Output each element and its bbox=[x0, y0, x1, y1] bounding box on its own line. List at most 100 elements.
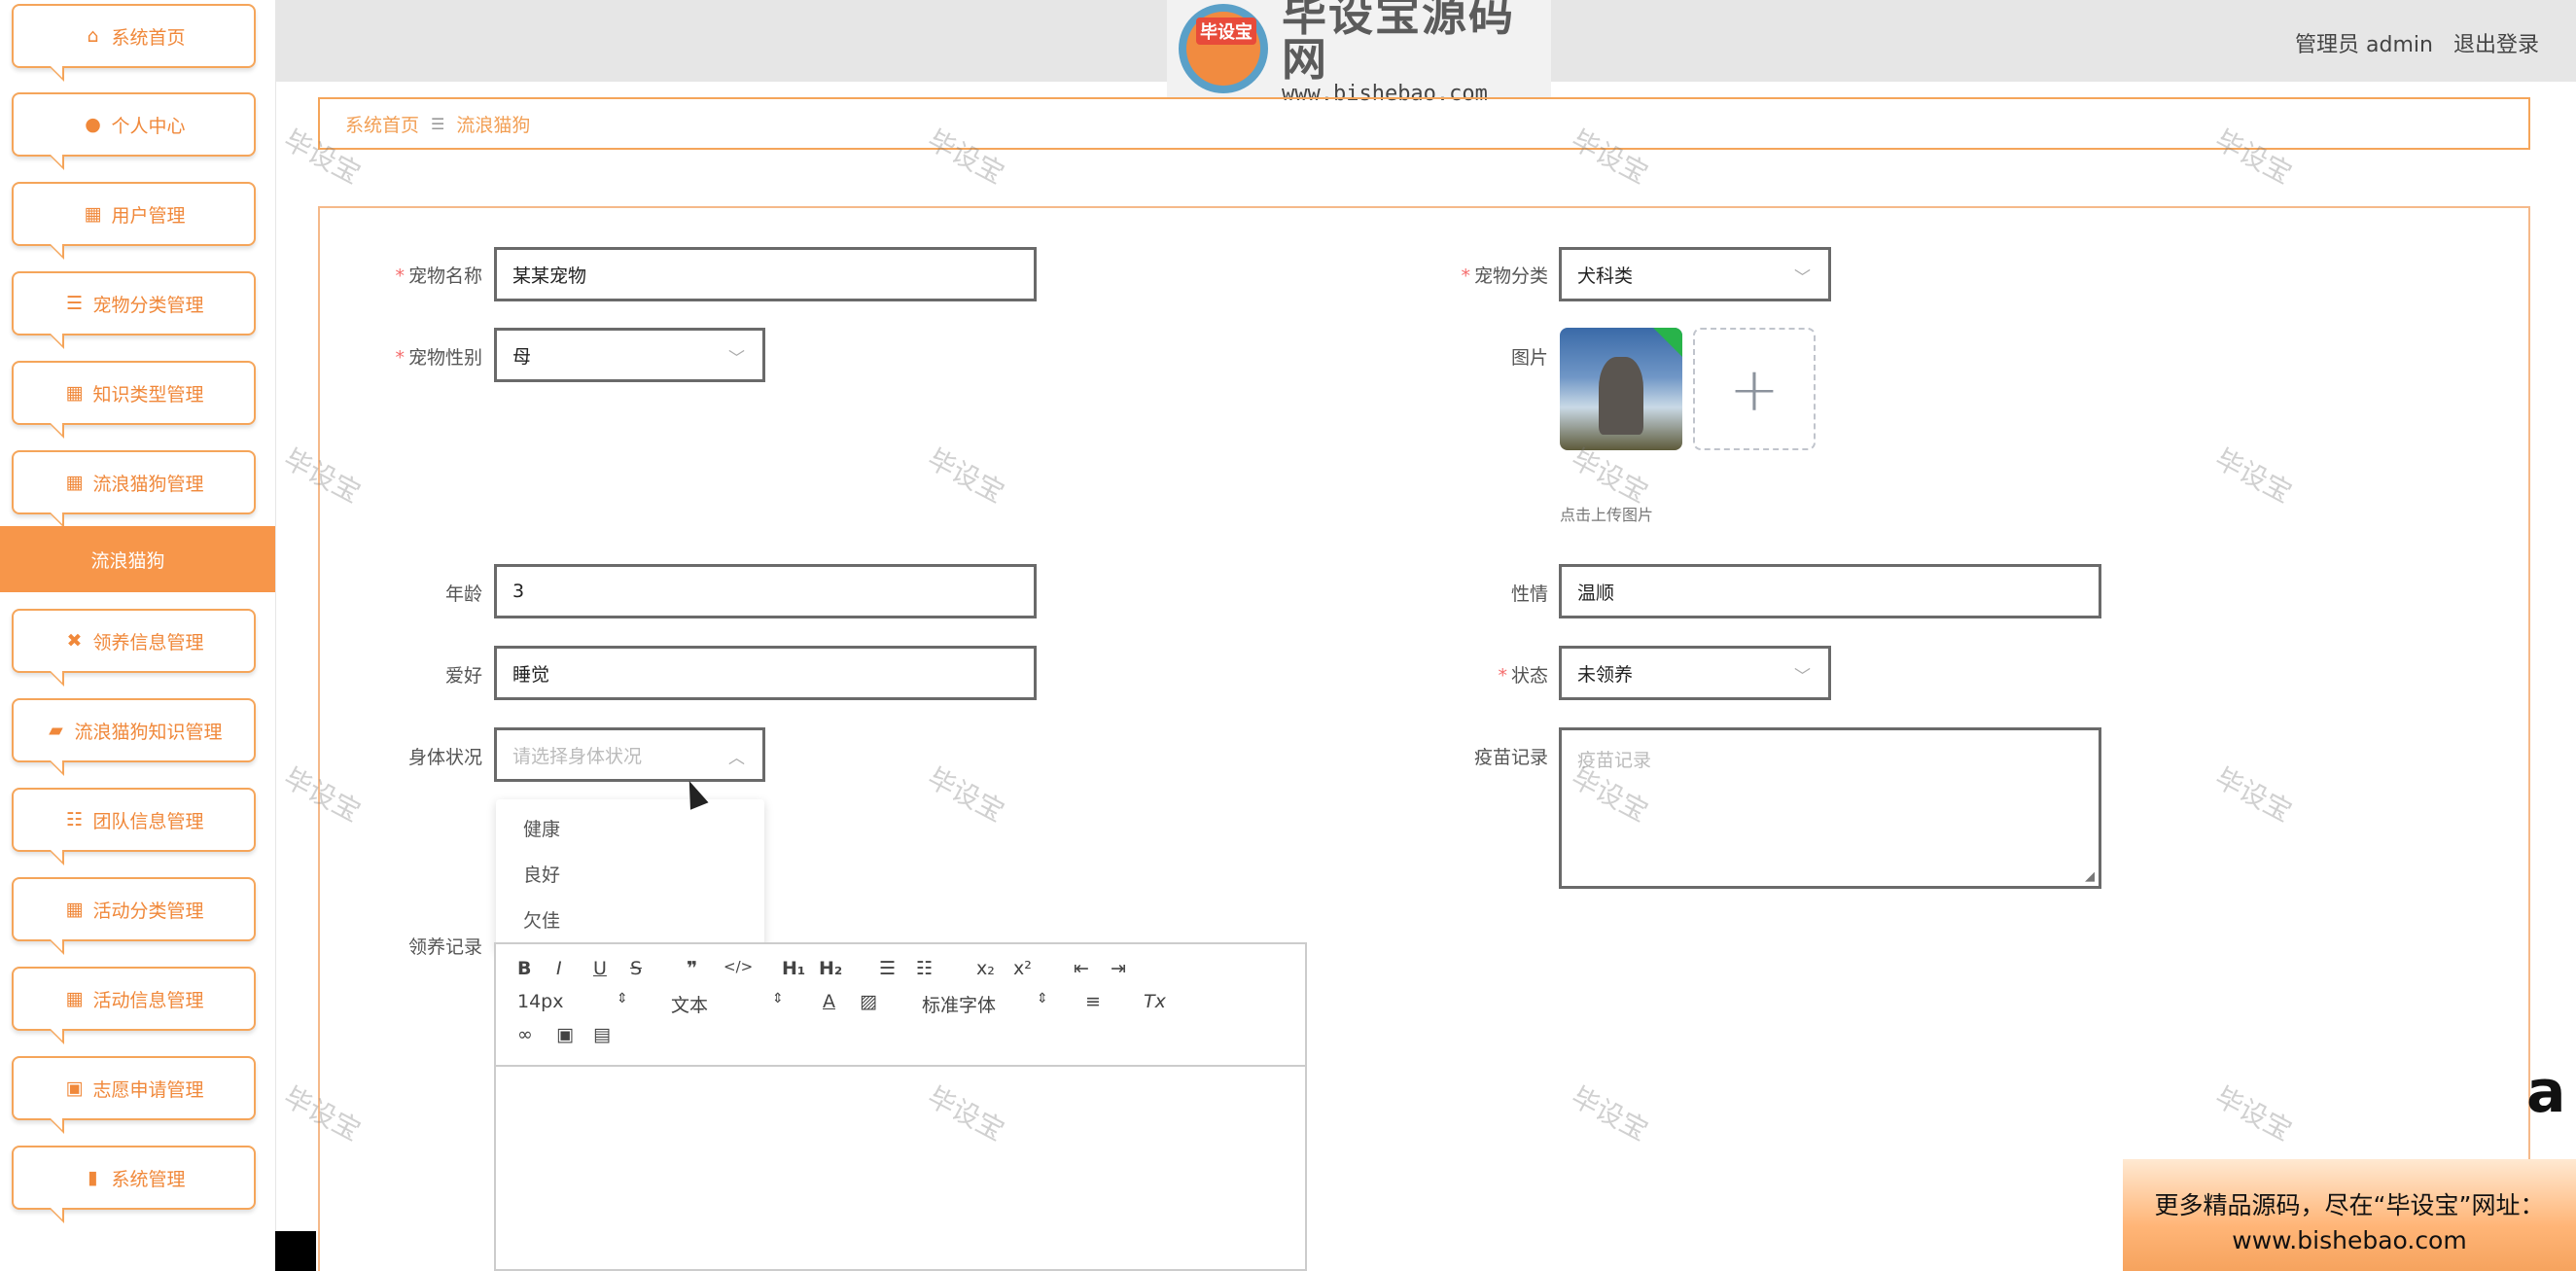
background-color-icon[interactable]: ▨ bbox=[860, 991, 877, 1012]
blockquote-icon[interactable]: ❞ bbox=[687, 958, 697, 979]
nav-knowledge-type-management[interactable]: ▦ 知识类型管理 bbox=[12, 361, 256, 439]
promo-line-1: 更多精品源码，尽在“毕设宝”网址： bbox=[2154, 1191, 2545, 1219]
promo-banner: 更多精品源码，尽在“毕设宝”网址： www.bishebao.com bbox=[2123, 1159, 2576, 1271]
nav-activity-category-management[interactable]: ▦ 活动分类管理 bbox=[12, 877, 256, 955]
bold-icon[interactable]: B bbox=[517, 958, 531, 979]
grid-icon: ▦ bbox=[65, 988, 84, 1009]
nav-volunteer-application-management[interactable]: ▣ 志愿申请管理 bbox=[12, 1056, 256, 1134]
dropdown-option[interactable]: 欠佳 bbox=[496, 899, 764, 944]
user-icon: ● bbox=[85, 114, 101, 135]
chevron-down-icon: ﹀ bbox=[1794, 667, 1811, 687]
nav-stray-pet-management[interactable]: ▦ 流浪猫狗管理 bbox=[12, 450, 256, 528]
font-family-select[interactable]: 标准字体 bbox=[922, 991, 996, 1017]
briefcase-icon: ▰ bbox=[49, 720, 63, 741]
pet-category-label: * 宠物分类 bbox=[1461, 265, 1548, 287]
bullet-list-icon[interactable]: ☷ bbox=[916, 958, 933, 979]
breadcrumb-current: 流浪猫狗 bbox=[456, 114, 531, 136]
header-1-icon[interactable]: H₁ bbox=[782, 958, 805, 979]
link-icon[interactable]: ∞ bbox=[517, 1024, 533, 1045]
grid-icon: ▦ bbox=[84, 203, 102, 225]
nav-home[interactable]: ⌂ 系统首页 bbox=[12, 4, 256, 82]
temper-label: 性情 bbox=[1510, 583, 1548, 605]
logout-link[interactable]: 退出登录 bbox=[2453, 33, 2539, 57]
uploaded-dog-image[interactable] bbox=[1560, 328, 1682, 450]
upload-add-button[interactable]: + bbox=[1693, 328, 1816, 450]
clear-format-icon[interactable]: Tx bbox=[1144, 991, 1166, 1012]
list-icon: ☰ bbox=[65, 293, 83, 314]
dropdown-option[interactable]: 健康 bbox=[496, 807, 764, 853]
health-select[interactable]: 请选择身体状况 ︿ bbox=[494, 727, 765, 782]
align-icon[interactable]: ≡ bbox=[1085, 991, 1101, 1012]
breadcrumb: 系统首页 ☰ 流浪猫狗 bbox=[318, 97, 2530, 150]
updown-arrows-icon: ⇕ bbox=[617, 991, 628, 1006]
nav-stray-pet-knowledge-management[interactable]: ▰ 流浪猫狗知识管理 bbox=[12, 698, 256, 776]
strikethrough-icon[interactable]: S bbox=[630, 958, 642, 979]
nav-label: 知识类型管理 bbox=[92, 383, 204, 406]
nav-label: 团队信息管理 bbox=[92, 810, 204, 832]
nav-team-info-management[interactable]: ☷ 团队信息管理 bbox=[12, 788, 256, 865]
nav-user-management[interactable]: ▦ 用户管理 bbox=[12, 182, 256, 260]
nav-label: 用户管理 bbox=[111, 204, 186, 227]
user-label: 管理员 admin bbox=[2295, 33, 2433, 57]
nav-adoption-info-management[interactable]: ✖ 领养信息管理 bbox=[12, 609, 256, 687]
code-block-icon[interactable]: </> bbox=[723, 958, 753, 975]
indent-icon[interactable]: ⇥ bbox=[1111, 958, 1126, 979]
black-block bbox=[275, 1231, 316, 1271]
temper-input[interactable]: 温顺 bbox=[1559, 564, 2101, 618]
nav-label: 个人中心 bbox=[111, 115, 186, 137]
rich-text-editor: B I U S ❞ </> H₁ H₂ ☰ ☷ x₂ x² ⇤ ⇥ 14px ⇕… bbox=[494, 942, 1307, 1271]
pet-category-select[interactable]: 犬科类 ﹀ bbox=[1559, 247, 1831, 301]
clipboard-icon: ▣ bbox=[65, 1077, 84, 1099]
upload-hint: 点击上传图片 bbox=[1560, 506, 1654, 524]
italic-icon[interactable]: I bbox=[556, 958, 562, 979]
picture-label: 图片 bbox=[1510, 347, 1548, 369]
plus-icon: + bbox=[1729, 353, 1780, 425]
resize-handle-icon[interactable]: ◢ bbox=[2085, 869, 2095, 884]
nav-sub-stray-pet[interactable]: 流浪猫狗 bbox=[0, 526, 275, 592]
hobby-label: 爱好 bbox=[444, 665, 482, 687]
logo-mascot-icon: 毕设宝 bbox=[1179, 4, 1268, 93]
pet-gender-select[interactable]: 母 ﹀ bbox=[494, 328, 765, 382]
pet-name-input[interactable]: 某某宠物 bbox=[494, 247, 1037, 301]
nav-activity-info-management[interactable]: ▦ 活动信息管理 bbox=[12, 967, 256, 1044]
grid-icon: ▦ bbox=[65, 472, 84, 493]
font-color-icon[interactable]: A bbox=[823, 991, 835, 1012]
breadcrumb-home[interactable]: 系统首页 bbox=[345, 111, 419, 137]
ordered-list-icon[interactable]: ☰ bbox=[879, 958, 896, 979]
editor-content[interactable] bbox=[496, 1067, 1305, 1271]
adoption-label: 领养记录 bbox=[407, 936, 482, 958]
chevron-up-icon: ︿ bbox=[728, 749, 745, 768]
chevron-down-icon: ﹀ bbox=[1794, 268, 1811, 288]
underline-icon[interactable]: U bbox=[593, 958, 607, 979]
upload-success-corner bbox=[1653, 328, 1682, 357]
pet-gender-label: * 宠物性别 bbox=[395, 347, 482, 369]
header-2-icon[interactable]: H₂ bbox=[819, 958, 842, 979]
nav-label: 领养信息管理 bbox=[92, 631, 204, 653]
nav-system-management[interactable]: ▮ 系统管理 bbox=[12, 1146, 256, 1223]
outdent-icon[interactable]: ⇤ bbox=[1074, 958, 1089, 979]
superscript-icon[interactable]: x² bbox=[1013, 958, 1032, 979]
nav-label: 流浪猫狗管理 bbox=[92, 473, 204, 495]
nav-label: 活动信息管理 bbox=[92, 989, 204, 1011]
subscript-icon[interactable]: x₂ bbox=[976, 958, 995, 979]
nav-pet-category-management[interactable]: ☰ 宠物分类管理 bbox=[12, 271, 256, 349]
status-select[interactable]: 未领养 ﹀ bbox=[1559, 646, 1831, 700]
grid-icon: ▦ bbox=[65, 382, 84, 404]
nav-label: 志愿申请管理 bbox=[92, 1078, 204, 1101]
home-icon: ⌂ bbox=[87, 25, 99, 47]
nav-personal-center[interactable]: ● 个人中心 bbox=[12, 92, 256, 170]
nav-label: 活动分类管理 bbox=[92, 900, 204, 922]
vaccine-textarea[interactable]: 疫苗记录 ◢ bbox=[1559, 727, 2101, 889]
block-type-select[interactable]: 文本 bbox=[671, 991, 708, 1017]
age-input[interactable]: 3 bbox=[494, 564, 1037, 618]
health-label: 身体状况 bbox=[407, 747, 482, 768]
font-size-select[interactable]: 14px bbox=[517, 991, 563, 1012]
hobby-input[interactable]: 睡觉 bbox=[494, 646, 1037, 700]
bar-chart-icon: ▮ bbox=[88, 1167, 98, 1188]
image-icon[interactable]: ▣ bbox=[556, 1024, 574, 1045]
logo-tag: 毕设宝 bbox=[1196, 18, 1256, 45]
video-icon[interactable]: ▤ bbox=[593, 1024, 611, 1045]
dropdown-option[interactable]: 良好 bbox=[496, 853, 764, 899]
pet-name-label: * 宠物名称 bbox=[395, 265, 482, 287]
updown-arrows-icon: ⇕ bbox=[1037, 991, 1048, 1006]
